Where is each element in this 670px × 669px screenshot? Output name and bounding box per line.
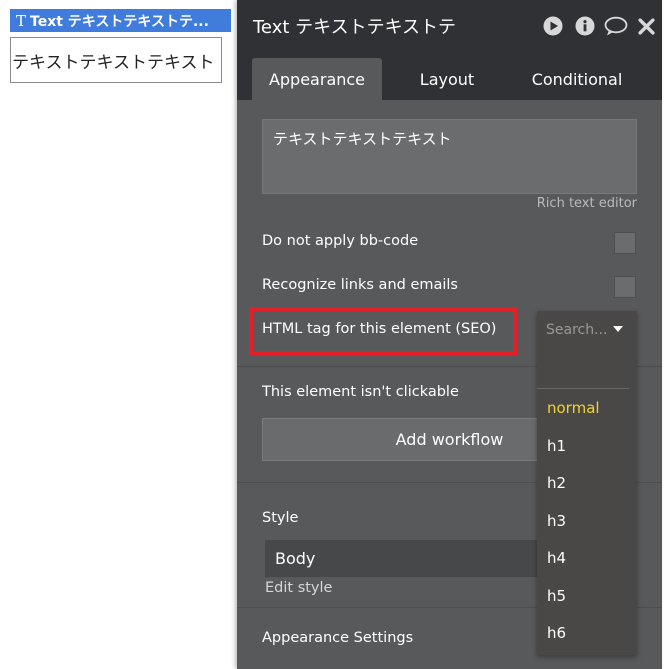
dropdown-option-h3[interactable]: h3 [547, 512, 566, 530]
dropdown-option-h6[interactable]: h6 [547, 624, 566, 642]
dropdown-option-h5[interactable]: h5 [547, 587, 566, 605]
rich-text-editor-link[interactable]: Rich text editor [537, 196, 637, 211]
canvas-text-content: テキストテキストテキスト [12, 52, 215, 73]
play-icon[interactable] [543, 16, 563, 36]
tab-layout[interactable]: Layout [392, 58, 502, 100]
recognize-links-checkbox[interactable] [614, 276, 636, 298]
canvas-text-element[interactable]: テキストテキストテキスト [10, 37, 222, 83]
info-icon[interactable] [575, 16, 595, 36]
dropdown-option-normal[interactable]: normal [547, 399, 600, 417]
dropdown-option-h4[interactable]: h4 [547, 549, 566, 567]
text-content-input[interactable]: テキストテキストテキスト [262, 119, 637, 194]
style-select-value: Body [275, 549, 316, 568]
edit-style-link[interactable]: Edit style [265, 580, 332, 596]
panel-title: Text テキストテキストテ [253, 17, 457, 38]
html-tag-dropdown[interactable]: Search... normal h1 h2 h3 h4 h5 h6 [537, 311, 637, 655]
dropdown-option-h2[interactable]: h2 [547, 474, 566, 492]
tab-appearance[interactable]: Appearance [252, 58, 382, 100]
comment-icon[interactable] [604, 16, 628, 36]
chevron-down-icon[interactable] [613, 326, 623, 332]
text-element-icon: T [16, 11, 27, 30]
tab-conditional[interactable]: Conditional [517, 58, 637, 100]
panel-header: Text テキストテキストテ [237, 0, 662, 50]
canvas-element-tag[interactable]: T Text テキストテキストテ... [10, 9, 231, 32]
panel-tabs: Appearance Layout Conditional [237, 50, 662, 100]
dropdown-separator [537, 388, 629, 389]
close-icon[interactable] [638, 18, 655, 35]
not-clickable-label: This element isn't clickable [262, 384, 459, 400]
canvas-element-tag-label: Text テキストテキストテ... [30, 13, 209, 30]
recognize-links-label: Recognize links and emails [262, 277, 458, 293]
appearance-settings-label[interactable]: Appearance Settings [262, 630, 413, 646]
bbcode-checkbox[interactable] [614, 232, 636, 254]
style-label: Style [262, 510, 299, 526]
html-tag-label: HTML tag for this element (SEO) [262, 321, 497, 337]
bbcode-label: Do not apply bb-code [262, 233, 419, 249]
dropdown-option-h1[interactable]: h1 [547, 437, 566, 455]
